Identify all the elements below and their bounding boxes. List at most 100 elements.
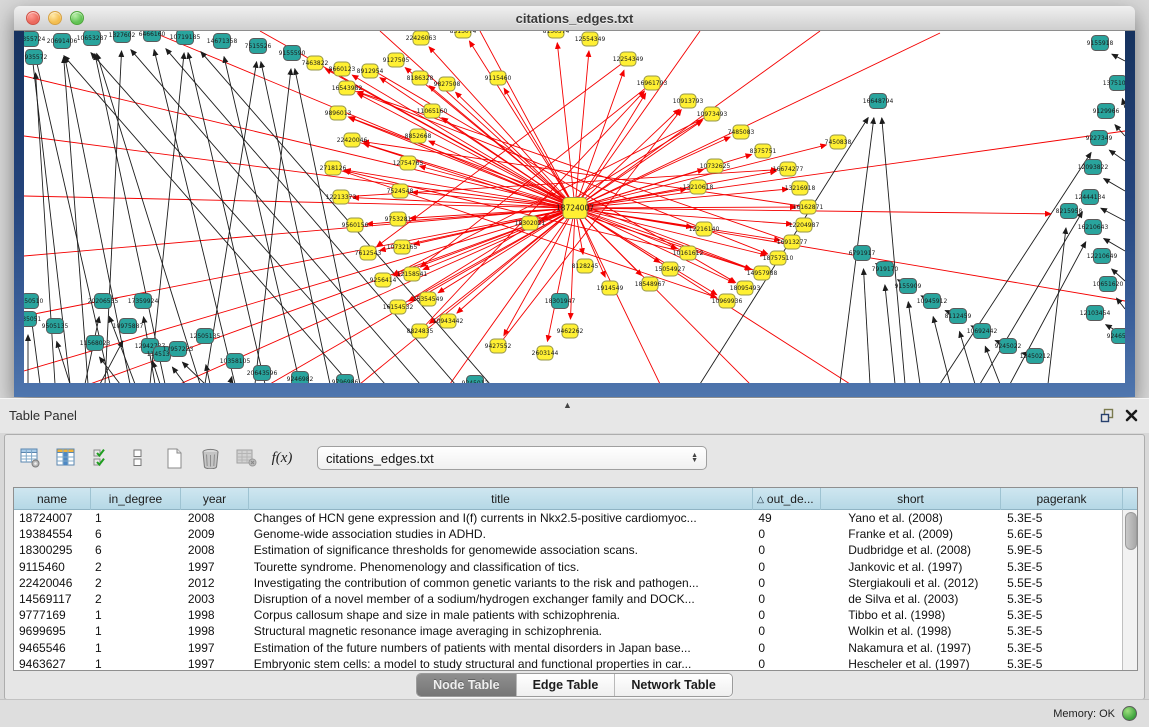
column-header-short[interactable]: short — [821, 488, 1001, 510]
table-row[interactable]: 1938455462009Genome-wide association stu… — [14, 526, 1122, 542]
cell-in_degree[interactable]: 6 — [91, 526, 181, 542]
cell-pagerank[interactable]: 5.3E-5 — [1000, 640, 1122, 656]
cell-pagerank[interactable]: 5.3E-5 — [1000, 510, 1122, 526]
table-row[interactable]: 1830029562008Estimation of significance … — [14, 542, 1122, 558]
select-rows-icon[interactable] — [91, 447, 113, 469]
cell-in_degree[interactable]: 1 — [91, 623, 181, 639]
cell-pagerank[interactable]: 5.3E-5 — [1000, 656, 1122, 670]
cell-title[interactable]: Estimation of the future numbers of pati… — [249, 640, 753, 656]
cell-year[interactable]: 2008 — [181, 542, 249, 558]
cell-title[interactable]: Embryonic stem cells: a model to study s… — [249, 656, 753, 670]
close-panel-icon[interactable] — [1124, 408, 1139, 423]
cell-title[interactable]: Estimation of significance thresholds fo… — [249, 542, 753, 558]
cell-pagerank[interactable]: 5.3E-5 — [1000, 623, 1122, 639]
cell-out_degree[interactable]: 0 — [752, 640, 820, 656]
function-builder-icon[interactable]: f(x) — [271, 447, 293, 469]
cell-in_degree[interactable]: 6 — [91, 542, 181, 558]
cell-name[interactable]: 19384554 — [14, 526, 91, 542]
cell-year[interactable]: 1997 — [181, 559, 249, 575]
table-row[interactable]: 969969511998Structural magnetic resonanc… — [14, 623, 1122, 639]
cell-in_degree[interactable]: 2 — [91, 591, 181, 607]
cell-name[interactable]: 9115460 — [14, 559, 91, 575]
delete-table-icon[interactable] — [199, 447, 221, 469]
table-row[interactable]: 2242004622012Investigating the contribut… — [14, 575, 1122, 591]
cell-pagerank[interactable]: 5.3E-5 — [1000, 559, 1122, 575]
tab-node-table[interactable]: Node Table — [417, 674, 516, 696]
cell-in_degree[interactable]: 2 — [91, 575, 181, 591]
cell-year[interactable]: 2008 — [181, 510, 249, 526]
float-panel-icon[interactable] — [1100, 408, 1115, 423]
cell-short[interactable]: Yano et al. (2008) — [820, 510, 1000, 526]
cell-short[interactable]: Tibbo et al. (1998) — [820, 607, 1000, 623]
cell-year[interactable]: 1997 — [181, 640, 249, 656]
cell-short[interactable]: Wolkin et al. (1998) — [820, 623, 1000, 639]
cell-out_degree[interactable]: 0 — [752, 526, 820, 542]
cell-short[interactable]: Jankovic et al. (1997) — [820, 559, 1000, 575]
cell-short[interactable]: Stergiakouli et al. (2012) — [820, 575, 1000, 591]
cell-name[interactable]: 9463627 — [14, 656, 91, 670]
memory-status-indicator[interactable] — [1122, 706, 1137, 721]
cell-title[interactable]: Corpus callosum shape and size in male p… — [249, 607, 753, 623]
table-row[interactable]: 946362711997Embryonic stem cells: a mode… — [14, 656, 1122, 670]
cell-title[interactable]: Structural magnetic resonance image aver… — [249, 623, 753, 639]
cell-in_degree[interactable]: 1 — [91, 607, 181, 623]
cell-name[interactable]: 18300295 — [14, 542, 91, 558]
cell-out_degree[interactable]: 0 — [752, 623, 820, 639]
table-settings-icon[interactable] — [19, 447, 41, 469]
import-table-disabled-icon[interactable] — [235, 447, 257, 469]
close-window-button[interactable] — [26, 11, 40, 25]
tab-network-table[interactable]: Network Table — [615, 674, 732, 696]
network-table-select[interactable]: citations_edges.txt ▲▼ — [317, 446, 707, 470]
cell-year[interactable]: 1998 — [181, 607, 249, 623]
column-header-name[interactable]: name — [14, 488, 91, 510]
vertical-scrollbar[interactable] — [1122, 510, 1137, 670]
cell-in_degree[interactable]: 1 — [91, 656, 181, 670]
cell-pagerank[interactable]: 5.3E-5 — [1000, 591, 1122, 607]
cell-title[interactable]: Investigating the contribution of common… — [249, 575, 753, 591]
cell-short[interactable]: de Silva et al. (2003) — [820, 591, 1000, 607]
citation-graph[interactable]: 2242606374638228660123891295491275058186… — [24, 31, 1125, 383]
cell-title[interactable]: Genome-wide association studies in ADHD. — [249, 526, 753, 542]
cell-out_degree[interactable]: 0 — [752, 542, 820, 558]
cell-year[interactable]: 2012 — [181, 575, 249, 591]
cell-short[interactable]: Nakamura et al. (1997) — [820, 640, 1000, 656]
cell-pagerank[interactable]: 5.5E-5 — [1000, 575, 1122, 591]
cell-name[interactable]: 14569117 — [14, 591, 91, 607]
table-row[interactable]: 911546021997Tourette syndrome. Phenomeno… — [14, 559, 1122, 575]
cell-in_degree[interactable]: 2 — [91, 559, 181, 575]
minimize-window-button[interactable] — [48, 11, 62, 25]
new-table-icon[interactable] — [163, 447, 185, 469]
cell-in_degree[interactable]: 1 — [91, 640, 181, 656]
cell-year[interactable]: 2003 — [181, 591, 249, 607]
cell-out_degree[interactable]: 49 — [752, 510, 820, 526]
cell-name[interactable]: 9465546 — [14, 640, 91, 656]
cell-name[interactable]: 9699695 — [14, 623, 91, 639]
column-header-out_degree[interactable]: △out_de... — [753, 488, 821, 510]
table-row[interactable]: 946554611997Estimation of the future num… — [14, 640, 1122, 656]
cell-short[interactable]: Dudbridge et al. (2008) — [820, 542, 1000, 558]
panel-resize-grip[interactable]: ▲ — [563, 400, 572, 410]
cell-in_degree[interactable]: 1 — [91, 510, 181, 526]
table-row[interactable]: 1872400712008Changes of HCN gene express… — [14, 510, 1122, 526]
cell-pagerank[interactable]: 5.6E-5 — [1000, 526, 1122, 542]
window-titlebar[interactable]: citations_edges.txt — [14, 6, 1135, 31]
cell-name[interactable]: 22420046 — [14, 575, 91, 591]
table-row[interactable]: 1456911722003Disruption of a novel membe… — [14, 591, 1122, 607]
cell-title[interactable]: Disruption of a novel member of a sodium… — [249, 591, 753, 607]
cell-out_degree[interactable]: 0 — [752, 656, 820, 670]
tab-edge-table[interactable]: Edge Table — [517, 674, 616, 696]
cell-out_degree[interactable]: 0 — [752, 559, 820, 575]
scrollbar-thumb[interactable] — [1125, 512, 1137, 550]
cell-short[interactable]: Franke et al. (2009) — [820, 526, 1000, 542]
cell-title[interactable]: Changes of HCN gene expression and I(f) … — [249, 510, 753, 526]
cell-year[interactable]: 1998 — [181, 623, 249, 639]
show-columns-icon[interactable] — [55, 447, 77, 469]
cell-year[interactable]: 2009 — [181, 526, 249, 542]
cell-out_degree[interactable]: 0 — [752, 607, 820, 623]
cell-name[interactable]: 18724007 — [14, 510, 91, 526]
cell-short[interactable]: Hescheler et al. (1997) — [820, 656, 1000, 670]
table-row[interactable]: 977716911998Corpus callosum shape and si… — [14, 607, 1122, 623]
network-canvas[interactable]: 2242606374638228660123891295491275058186… — [24, 31, 1125, 383]
column-header-year[interactable]: year — [181, 488, 249, 510]
cell-title[interactable]: Tourette syndrome. Phenomenology and cla… — [249, 559, 753, 575]
